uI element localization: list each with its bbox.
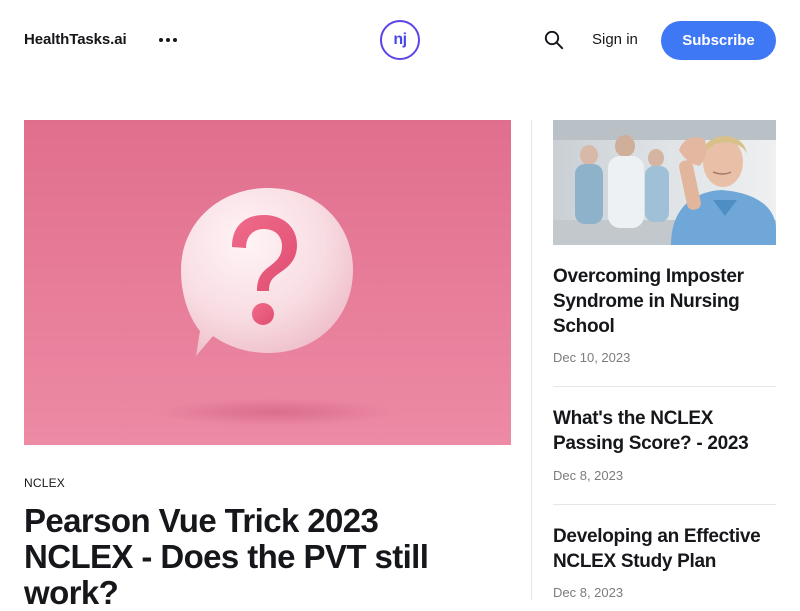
subscribe-button[interactable]: Subscribe: [661, 21, 776, 60]
post-divider: [553, 386, 776, 387]
featured-article-image[interactable]: [24, 120, 511, 445]
sidebar-post-title[interactable]: Overcoming Imposter Syndrome in Nursing …: [553, 264, 776, 339]
site-brand-link[interactable]: HealthTasks.ai: [24, 31, 127, 48]
featured-article-title[interactable]: Pearson Vue Trick 2023 NCLEX - Does the …: [24, 503, 494, 611]
signin-link[interactable]: Sign in: [592, 31, 638, 48]
site-header: HealthTasks.ai nj Sign in Subscribe: [0, 0, 800, 80]
sidebar-post-title[interactable]: What's the NCLEX Passing Score? - 2023: [553, 406, 776, 456]
sidebar-post-image[interactable]: [553, 120, 776, 245]
more-dots-icon[interactable]: [157, 30, 179, 50]
column-divider: [531, 120, 532, 600]
post-divider: [553, 504, 776, 505]
search-icon[interactable]: [544, 30, 564, 50]
sidebar-post-date: Dec 8, 2023: [553, 468, 624, 483]
featured-article-tag[interactable]: NCLEX: [24, 476, 65, 490]
sidebar-post-date: Dec 8, 2023: [553, 585, 624, 600]
site-logo[interactable]: nj: [380, 20, 420, 60]
sidebar-post-date: Dec 10, 2023: [553, 350, 631, 365]
sidebar-post-title[interactable]: Developing an Effective NCLEX Study Plan: [553, 524, 776, 574]
